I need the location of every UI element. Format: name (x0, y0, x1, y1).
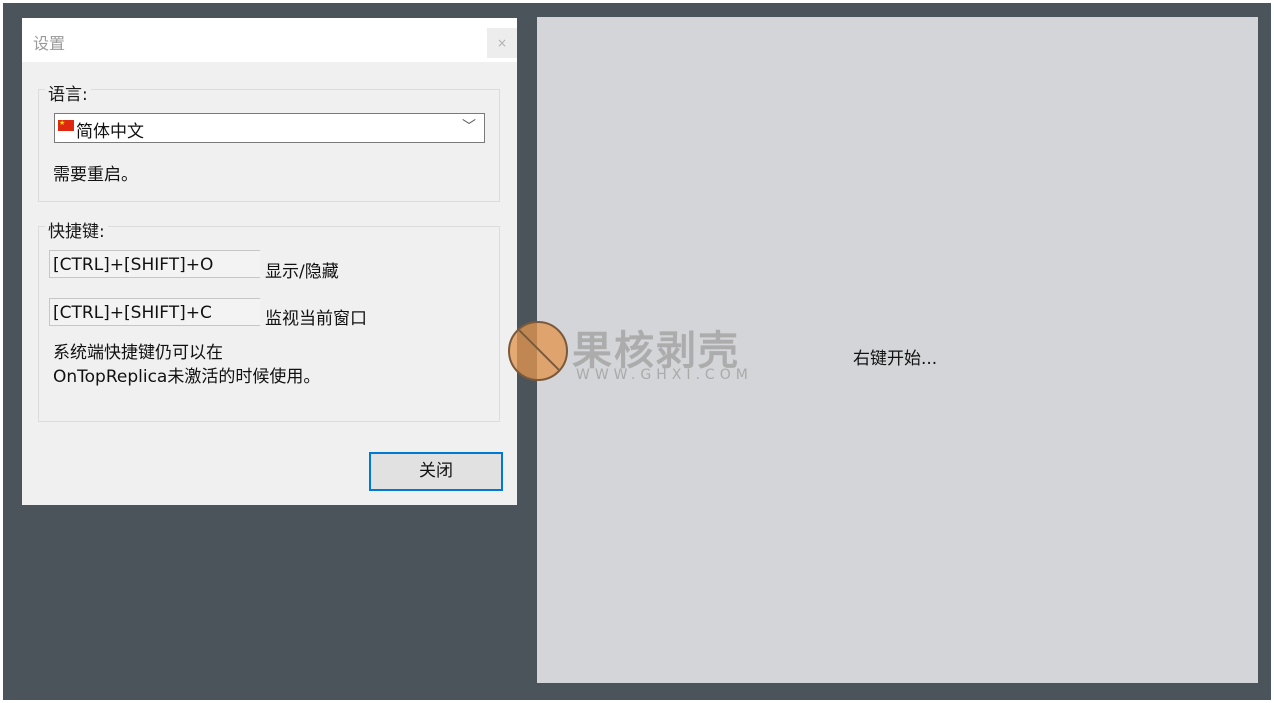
restart-note: 需要重启。 (53, 165, 138, 185)
language-select[interactable]: ★ 简体中文 ﹀ (54, 113, 485, 143)
hotkey-clone-window-label: 监视当前窗口 (265, 309, 367, 329)
hotkey-show-hide-input[interactable]: [CTRL]+[SHIFT]+O (49, 250, 260, 278)
dialog-titlebar: 设置 × (22, 18, 517, 62)
china-flag-icon: ★ (58, 119, 74, 131)
language-group (38, 89, 500, 202)
watermark-logo-icon (508, 321, 568, 381)
chevron-down-icon[interactable]: ﹀ (462, 116, 476, 136)
hotkey-group-label: 快捷键: (45, 217, 108, 242)
settings-dialog: 设置 × 语言: ★ 简体中文 ﹀ 需要重启。 快捷键: [CTRL]+[SHI… (22, 18, 517, 505)
dialog-title: 设置 (33, 34, 66, 53)
hotkey-clone-window-input[interactable]: [CTRL]+[SHIFT]+C (49, 298, 260, 326)
language-selected-value: 简体中文 (76, 122, 144, 142)
close-button[interactable]: 关闭 (369, 452, 503, 491)
close-icon[interactable]: × (487, 28, 517, 58)
language-group-label: 语言: (45, 80, 91, 105)
watermark-url: WWW.GHXI.COM (576, 367, 753, 383)
preview-hint: 右键开始... (853, 349, 938, 369)
hotkey-note: 系统端快捷键仍可以在OnTopReplica未激活的时候使用。 (53, 343, 321, 387)
hotkey-show-hide-label: 显示/隐藏 (265, 262, 339, 282)
